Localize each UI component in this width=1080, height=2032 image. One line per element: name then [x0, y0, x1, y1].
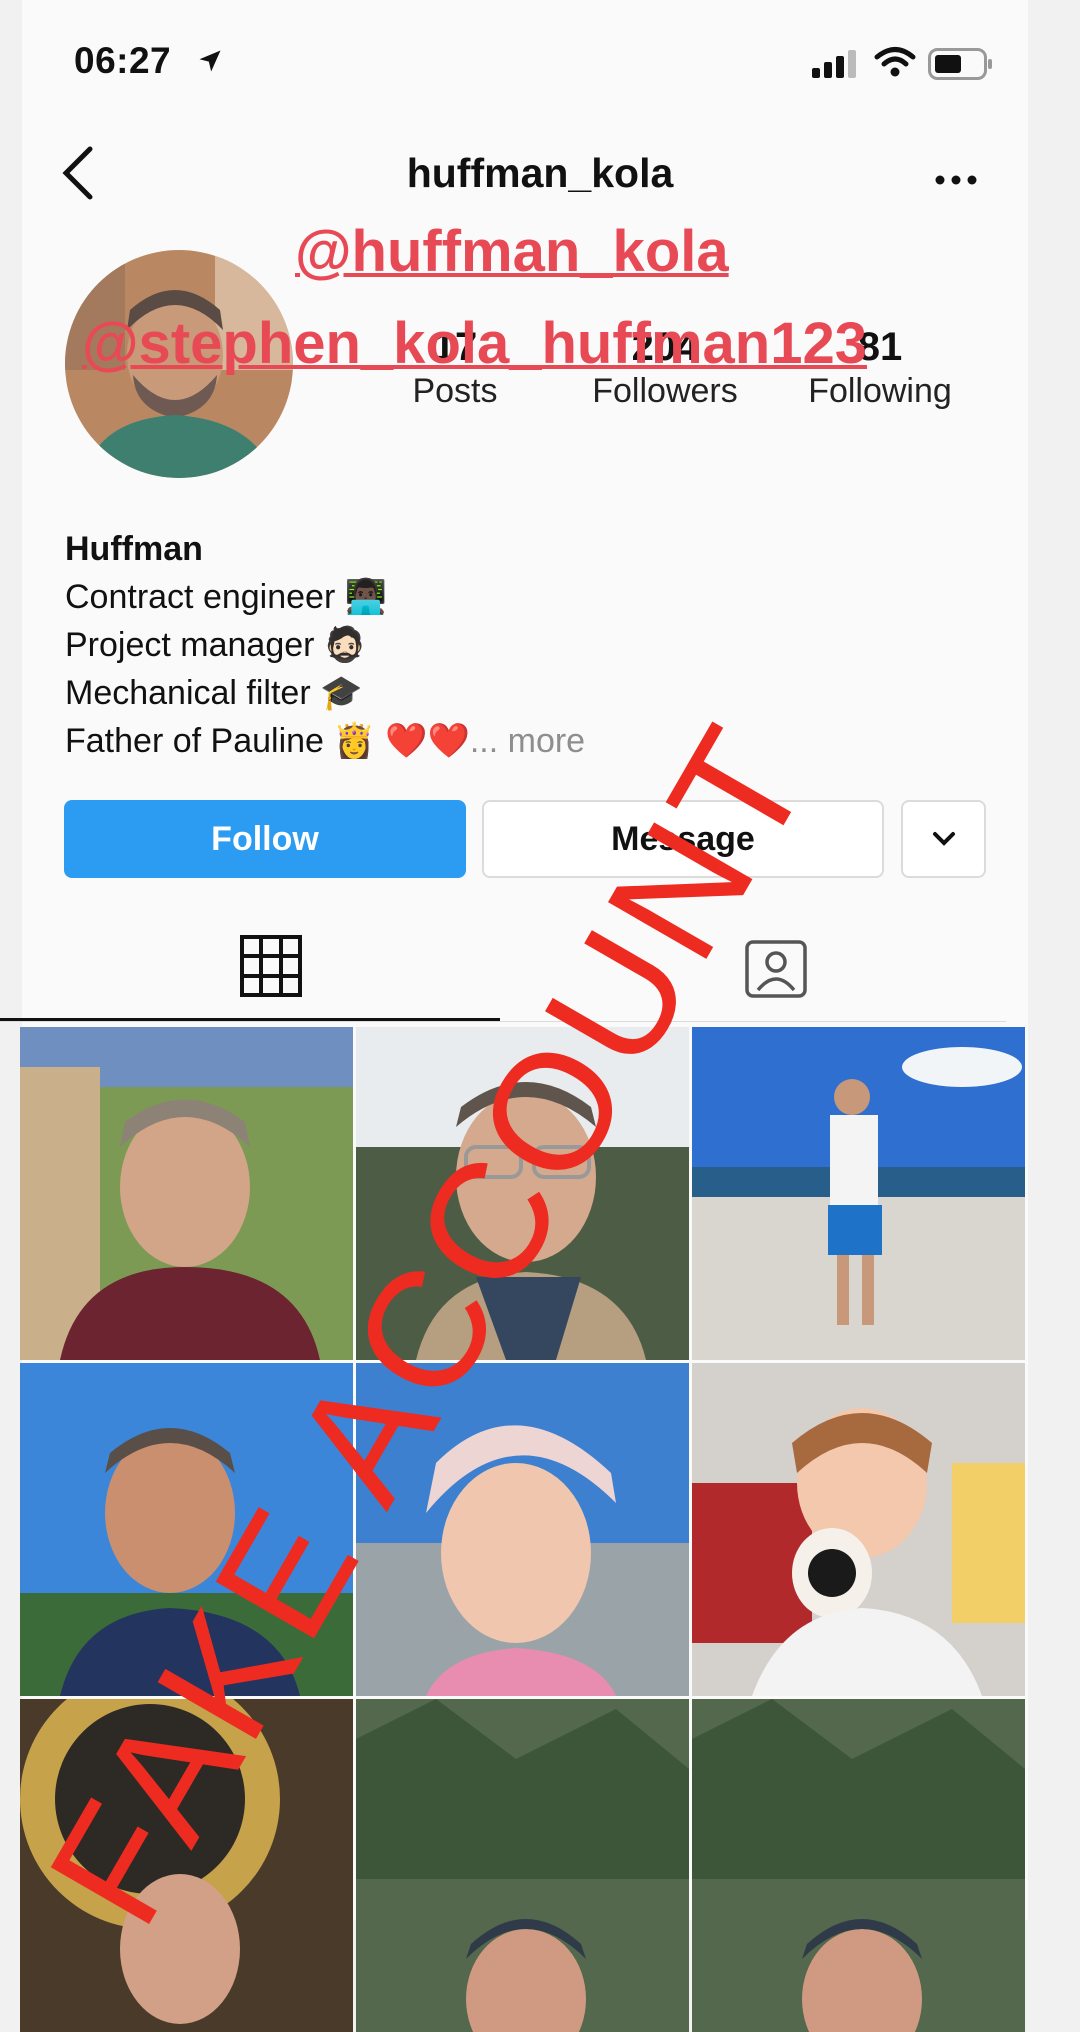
post-thumbnail[interactable]: [692, 1363, 1025, 1696]
follow-button-label: Follow: [211, 819, 319, 858]
status-time: 06:27: [74, 40, 172, 81]
bio-more-link[interactable]: ... more: [470, 722, 585, 760]
followers-label[interactable]: Followers: [555, 372, 775, 411]
overlay-handle-primary: @huffman_kola: [295, 219, 729, 284]
bio-line: Mechanical filter 🎓: [65, 674, 363, 712]
cellular-signal-icon: [812, 50, 856, 78]
location-arrow-icon: [199, 50, 221, 72]
battery-icon: [928, 48, 992, 80]
post-thumbnail[interactable]: [356, 1699, 689, 2032]
bio-line: Father of Pauline 👸 ❤️❤️: [65, 722, 470, 760]
post-thumbnail[interactable]: [692, 1699, 1025, 2032]
more-options-icon[interactable]: [935, 175, 977, 185]
posts-label[interactable]: Posts: [345, 372, 565, 411]
following-label[interactable]: Following: [770, 372, 990, 411]
grid-icon[interactable]: [240, 935, 302, 997]
chevron-down-icon: [932, 832, 955, 846]
profile-username: huffman_kola: [406, 150, 674, 196]
bio-line: Contract engineer 👨🏿‍💻: [65, 578, 388, 616]
suggested-accounts-button[interactable]: [901, 800, 986, 878]
post-thumbnail[interactable]: [20, 1027, 353, 1360]
follow-button[interactable]: Follow: [64, 800, 466, 878]
bio-name: Huffman: [65, 530, 203, 568]
post-thumbnail[interactable]: [692, 1027, 1025, 1360]
bio-line: Project manager 🧔🏻: [65, 626, 367, 664]
overlay-handle-secondary: @stephen_kola_huffman123: [82, 311, 868, 376]
wifi-icon: [874, 47, 916, 77]
profile-bio: Huffman Contract engineer 👨🏿‍💻 Project m…: [65, 525, 585, 765]
